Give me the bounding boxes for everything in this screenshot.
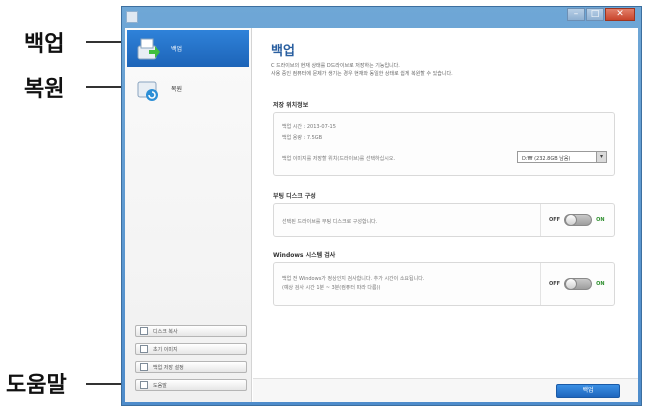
title-bar: – □ ✕ bbox=[122, 7, 641, 27]
help-button[interactable]: 도움말 bbox=[135, 379, 247, 391]
sidebar-item-backup[interactable]: 백업 bbox=[127, 30, 249, 67]
windows-check-toggle[interactable] bbox=[564, 278, 593, 290]
callout-restore-line bbox=[86, 86, 126, 88]
chevron-down-icon: ▾ bbox=[596, 152, 606, 162]
callout-backup-line bbox=[86, 41, 126, 43]
sidebar-item-label: 복원 bbox=[171, 86, 183, 93]
disk-copy-icon bbox=[140, 327, 148, 335]
disk-copy-label: 디스크 복사 bbox=[153, 328, 178, 335]
close-button[interactable]: ✕ bbox=[605, 8, 635, 21]
boot-disk-text: 선택된 드라이브를 부팅 디스크로 구성합니다. bbox=[282, 219, 378, 225]
main-content: 백업 C 드라이브의 현재 상태를 D드라이브로 저장하는 기능입니다. 사용 … bbox=[253, 28, 638, 402]
sidebar-item-label: 백업 bbox=[171, 46, 183, 53]
callout-help-label: 도움말 bbox=[6, 373, 67, 398]
maximize-button[interactable]: □ bbox=[586, 8, 604, 21]
boot-disk-toggle[interactable] bbox=[564, 214, 593, 226]
windows-check-title: Windows 시스템 검사 bbox=[273, 252, 336, 259]
toggle-knob bbox=[565, 278, 578, 290]
windows-check-text-line2: (예상 검사 시간 1분 ~ 3분(컴퓨터 따라 다름)) bbox=[282, 285, 381, 291]
minimize-button[interactable]: – bbox=[567, 8, 585, 21]
boot-disk-title: 부팅 디스크 구성 bbox=[273, 193, 316, 200]
app-window: – □ ✕ 백업 복원 디스크 복사 초기 이미지 백업 저장 설정 도움말 백… bbox=[121, 6, 642, 406]
toggle-off-label: OFF bbox=[549, 281, 561, 287]
toggle-on-label: ON bbox=[596, 217, 605, 223]
disk-copy-button[interactable]: 디스크 복사 bbox=[135, 325, 247, 337]
restore-drive-icon bbox=[135, 76, 161, 102]
windows-check-text-line1: 백업 전 Windows가 정상인지 검사합니다. 추가 시간이 소요됩니다. bbox=[282, 276, 425, 282]
page-description-line1: C 드라이브의 현재 상태를 D드라이브로 저장하는 기능입니다. bbox=[271, 63, 400, 69]
callout-restore-label: 복원 bbox=[24, 77, 65, 102]
toggle-off-label: OFF bbox=[549, 217, 561, 223]
window-controls: – □ ✕ bbox=[567, 8, 635, 21]
backup-start-button[interactable]: 백업 bbox=[556, 384, 620, 398]
backup-settings-icon bbox=[140, 363, 148, 371]
help-icon bbox=[140, 381, 148, 389]
backup-drive-icon bbox=[135, 36, 161, 62]
toggle-knob bbox=[565, 214, 578, 226]
backup-settings-button[interactable]: 백업 저장 설정 bbox=[135, 361, 247, 373]
sidebar-item-restore[interactable]: 복원 bbox=[127, 70, 249, 107]
app-icon bbox=[126, 11, 138, 23]
window-client-area: 백업 복원 디스크 복사 초기 이미지 백업 저장 설정 도움말 백업 C 드라… bbox=[125, 28, 638, 402]
drive-select[interactable]: D:₩ (232.8GB 남음) ▾ bbox=[517, 151, 607, 163]
callout-backup-label: 백업 bbox=[24, 32, 65, 57]
backup-settings-label: 백업 저장 설정 bbox=[153, 364, 184, 371]
page-title: 백업 bbox=[271, 44, 295, 59]
page-description-line2: 사용 중인 컴퓨터에 문제가 생기는 경우 현재와 동일한 상태로 쉽게 복원할… bbox=[271, 71, 453, 77]
initial-image-label: 초기 이미지 bbox=[153, 346, 178, 353]
windows-check-toggle-area: OFF ON bbox=[540, 263, 614, 305]
drive-select-prompt: 백업 이미지를 저장할 위치(드라이브)를 선택하십시오. bbox=[282, 156, 396, 162]
sidebar: 백업 복원 디스크 복사 초기 이미지 백업 저장 설정 도움말 bbox=[125, 28, 252, 402]
initial-image-button[interactable]: 초기 이미지 bbox=[135, 343, 247, 355]
boot-disk-toggle-area: OFF ON bbox=[540, 204, 614, 236]
backup-time-text: 백업 시간 : 2013-07-15 bbox=[282, 124, 336, 130]
backup-info-panel: 백업 시간 : 2013-07-15 백업 용량 : 7.5GB 백업 이미지를… bbox=[273, 112, 615, 176]
backup-size-text: 백업 용량 : 7.5GB bbox=[282, 135, 323, 141]
initial-image-icon bbox=[140, 345, 148, 353]
toggle-on-label: ON bbox=[596, 281, 605, 287]
backup-info-title: 저장 위치정보 bbox=[273, 102, 309, 109]
bottom-bar: 백업 bbox=[253, 378, 638, 402]
help-label: 도움말 bbox=[153, 382, 167, 389]
boot-disk-panel: 선택된 드라이브를 부팅 디스크로 구성합니다. OFF ON bbox=[273, 203, 615, 237]
windows-check-panel: 백업 전 Windows가 정상인지 검사합니다. 추가 시간이 소요됩니다. … bbox=[273, 262, 615, 306]
drive-select-value: D:₩ (232.8GB 남음) bbox=[522, 156, 571, 162]
